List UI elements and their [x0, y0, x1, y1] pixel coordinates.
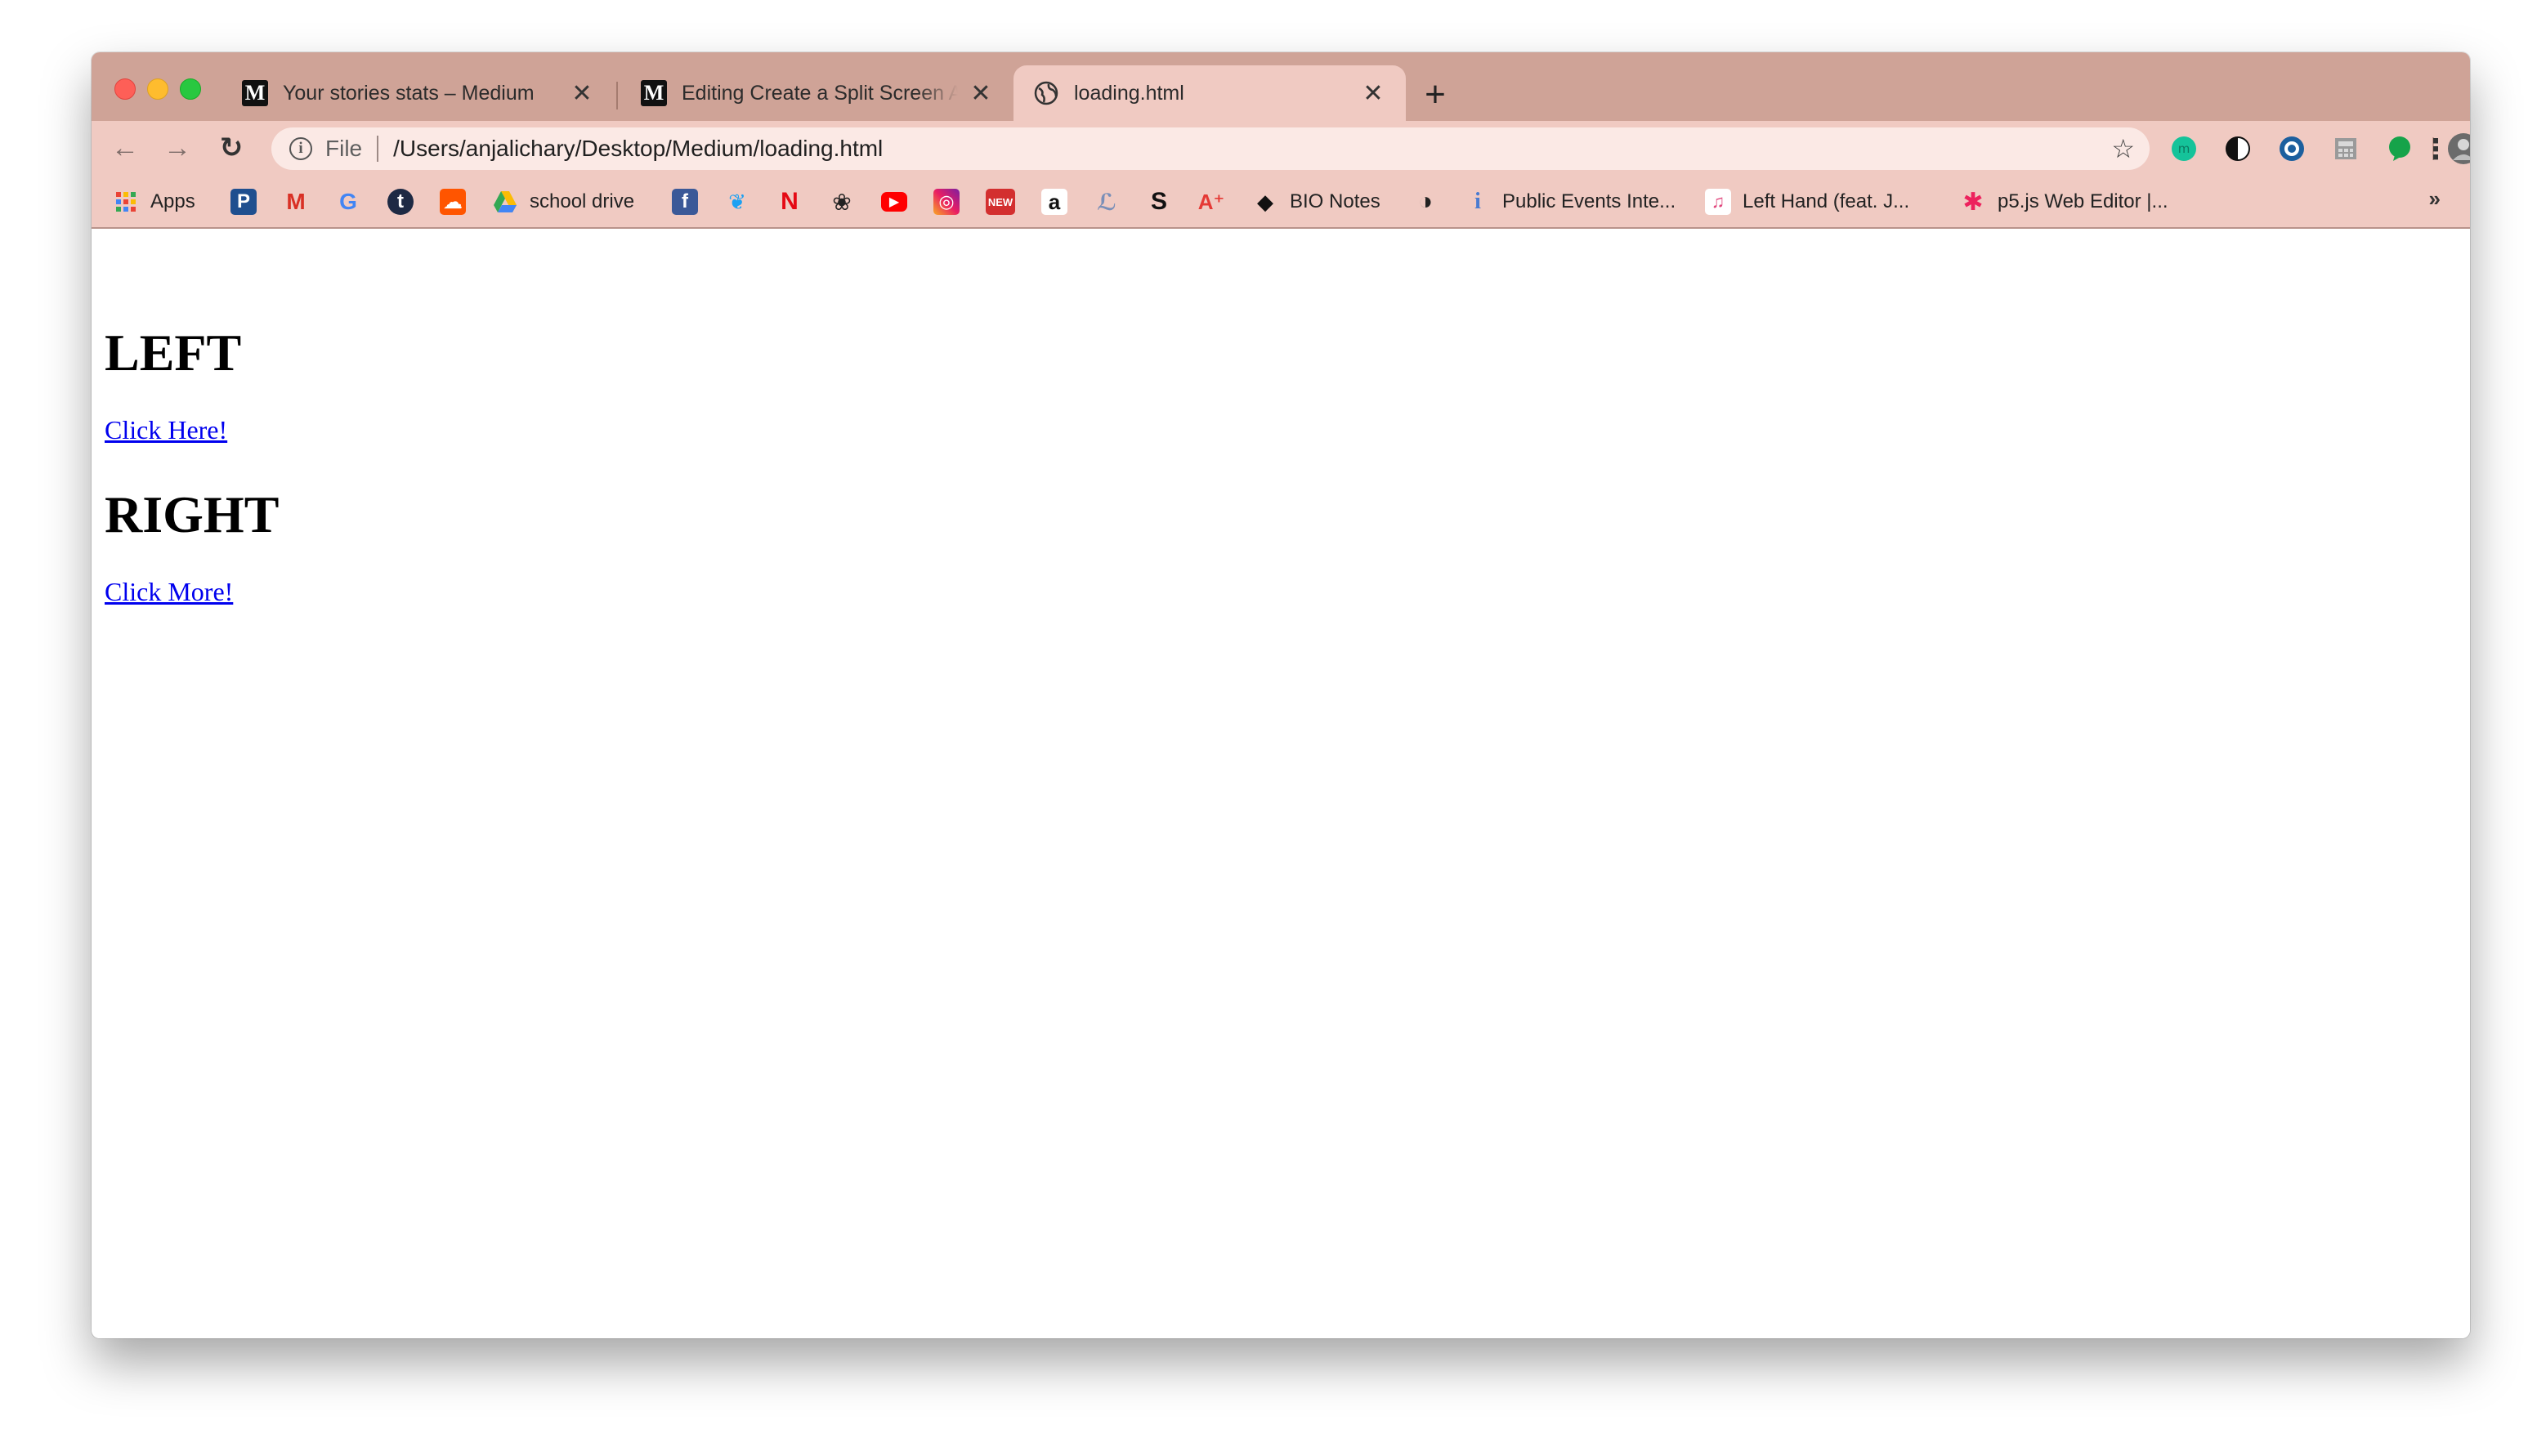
bookmark-label: BIO Notes [1290, 190, 1380, 212]
forward-button[interactable]: → [159, 129, 196, 167]
tab-loading-html[interactable]: loading.html ✕ [1013, 65, 1406, 121]
minimize-window-button[interactable] [147, 78, 168, 100]
bookmark-amazon[interactable]: a [1041, 187, 1067, 217]
right-heading: RIGHT [105, 485, 280, 543]
left-heading: LEFT [105, 324, 242, 382]
bookmark-squarespace[interactable]: S [1146, 187, 1172, 217]
bookmark-school-drive[interactable]: school drive [492, 187, 634, 217]
instagram-icon: ◎ [933, 189, 960, 215]
bookmark-openai[interactable]: ❀ [829, 187, 855, 217]
url-text[interactable]: /Users/anjalichary/Desktop/Medium/loadin… [393, 136, 2111, 162]
bookmark-label: Apps [150, 190, 195, 212]
chrome-menu-button[interactable]: ⋮ [2419, 131, 2452, 168]
click-more-link[interactable]: Click More! [105, 578, 233, 605]
bookmark-label: p5.js Web Editor |... [1998, 190, 2168, 212]
page-content: LEFT Click Here! RIGHT Click More! [92, 229, 2470, 1338]
chat-bubble-icon[interactable] [2387, 136, 2413, 162]
bookmark-pinterest[interactable]: P [230, 187, 257, 217]
bookmark-soundcloud[interactable]: ☁ [440, 187, 466, 217]
netflix-icon: N [781, 189, 799, 215]
bookmarks-bar: Apps P M G t ☁ school drive f ❦ N ❀ ▶ ◎ … [92, 175, 2470, 229]
bookmark-apps[interactable]: Apps [113, 187, 195, 217]
close-tab-icon[interactable]: ✕ [968, 80, 994, 107]
google-drive-icon [492, 189, 518, 215]
tab-title: loading.html [1074, 81, 1184, 105]
graduation-cap-icon: ◆ [1257, 189, 1273, 214]
bookmark-twitter[interactable]: ❦ [724, 187, 750, 217]
url-scheme-label: File [325, 136, 363, 161]
openai-icon: ❀ [832, 189, 852, 215]
youtube-icon: ▶ [881, 192, 907, 212]
svg-text:m: m [2178, 141, 2190, 156]
tab-strip: M Your stories stats – Medium ✕ M Editin… [92, 52, 2470, 121]
bookmark-label: Left Hand (feat. J... [1743, 190, 1910, 212]
bookmark-bio-notes[interactable]: ◆ BIO Notes [1252, 187, 1380, 217]
bookmark-youtube[interactable]: ▶ [881, 187, 907, 217]
new-tab-button[interactable]: + [1417, 77, 1453, 114]
eye-icon[interactable] [2279, 136, 2305, 162]
bookmark-star-icon[interactable]: ☆ [2111, 133, 2135, 164]
soundcloud-icon: ☁ [440, 189, 466, 215]
site-info-icon[interactable]: i [289, 137, 312, 160]
bookmark-google[interactable]: G [335, 187, 361, 217]
tab-separator [616, 82, 618, 109]
bookmark-left-hand[interactable]: ♫ Left Hand (feat. J... [1705, 187, 1909, 217]
grammarly-icon[interactable]: m [2171, 136, 2197, 162]
back-button[interactable]: ← [106, 129, 144, 167]
bookmark-netflix[interactable]: N [776, 187, 803, 217]
close-window-button[interactable] [114, 78, 136, 100]
address-bar[interactable]: i File /Users/anjalichary/Desktop/Medium… [271, 127, 2150, 170]
pinterest-p-icon: P [230, 189, 257, 215]
asterisk-icon: ✱ [1962, 189, 1984, 215]
medium-icon: M [641, 80, 667, 106]
squarespace-icon: S [1150, 189, 1167, 215]
google-icon: G [339, 189, 357, 214]
toolbar: ← → ↻ i File /Users/anjalichary/Desktop/… [92, 121, 2470, 175]
twitter-icon: ❦ [728, 189, 746, 214]
zoom-window-button[interactable] [180, 78, 201, 100]
bookmark-gmail[interactable]: M [283, 187, 309, 217]
calculator-icon[interactable] [2333, 136, 2359, 162]
tab-title: Editing Create a Split Screen A [682, 81, 958, 105]
tumblr-icon: t [387, 189, 414, 215]
bookmark-tumblr[interactable]: t [387, 187, 414, 217]
bookmark-globe[interactable]: ◑ [1412, 187, 1439, 217]
bookmark-label: Public Events Inte... [1502, 190, 1676, 212]
grade-a-plus-icon: A⁺ [1198, 189, 1224, 214]
music-note-icon: ♫ [1705, 189, 1731, 215]
more-bookmarks-chevron-icon[interactable]: » [2429, 186, 2441, 212]
news-icon: NEW [986, 189, 1015, 215]
bookmark-label: school drive [530, 190, 635, 212]
gmail-icon: M [286, 189, 306, 214]
script-icon: ℒ [1097, 189, 1116, 215]
tab-editing-split-screen[interactable]: M Editing Create a Split Screen A ✕ [621, 65, 1013, 121]
medium-icon: M [242, 80, 268, 106]
click-here-link[interactable]: Click Here! [105, 417, 227, 443]
omnibox-divider [377, 136, 379, 162]
facebook-icon: f [672, 189, 698, 215]
bookmark-news[interactable]: NEW [986, 187, 1015, 217]
globe-icon [1033, 80, 1059, 106]
reload-button[interactable]: ↻ [213, 129, 250, 167]
bookmark-public-events[interactable]: i Public Events Inte... [1465, 187, 1676, 217]
tab-stories-stats[interactable]: M Your stories stats – Medium ✕ [222, 65, 615, 121]
globe-icon: ◑ [1417, 189, 1434, 215]
bookmark-p5js[interactable]: ✱ p5.js Web Editor |... [1960, 187, 2168, 217]
close-tab-icon[interactable]: ✕ [1360, 80, 1386, 107]
bookmark-grade[interactable]: A⁺ [1198, 187, 1224, 217]
amazon-icon: a [1041, 189, 1067, 215]
apps-grid-icon [113, 189, 139, 215]
bookmark-instagram[interactable]: ◎ [933, 187, 960, 217]
bookmark-script[interactable]: ℒ [1094, 187, 1120, 217]
browser-window: M Your stories stats – Medium ✕ M Editin… [92, 52, 2470, 1338]
close-tab-icon[interactable]: ✕ [569, 80, 595, 107]
dark-mode-icon[interactable] [2225, 136, 2251, 162]
bookmark-facebook[interactable]: f [672, 187, 698, 217]
info-figure-icon: i [1474, 189, 1481, 214]
tab-title: Your stories stats – Medium [283, 81, 535, 105]
